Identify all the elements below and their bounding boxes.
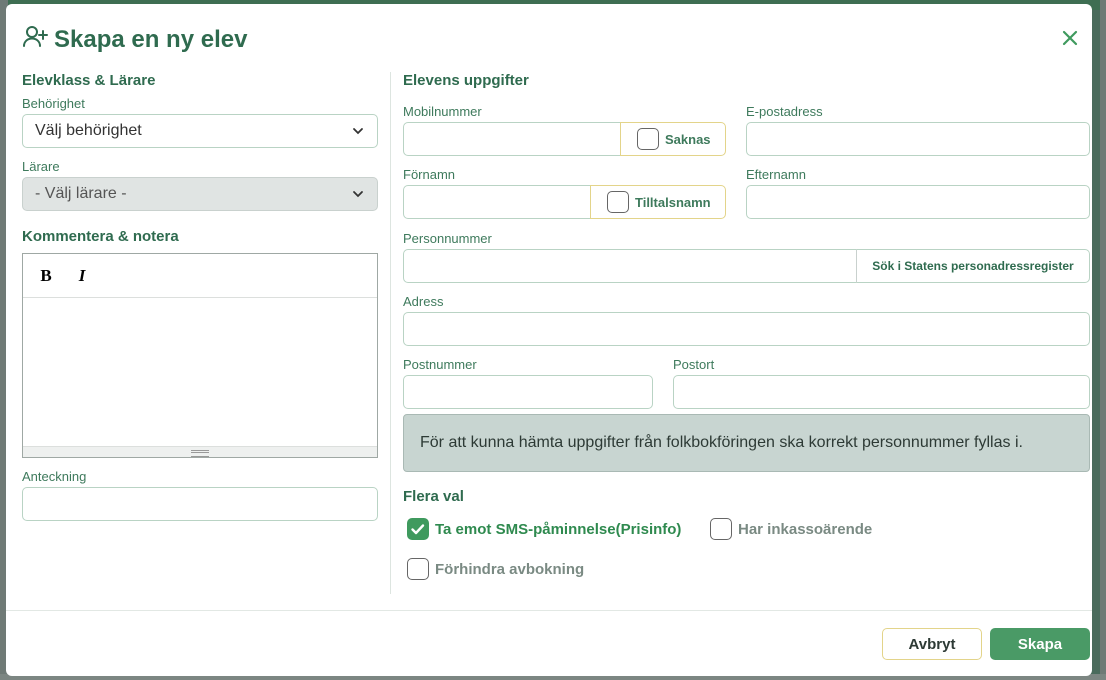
comment-editor[interactable]: B I (22, 253, 378, 458)
inkasso-checkbox[interactable] (710, 518, 732, 540)
inkasso-label: Har inkassoärende (738, 520, 873, 538)
behorighet-label: Behörighet (22, 96, 85, 111)
prevent-cancel-checkbox[interactable] (407, 558, 429, 580)
larare-value: - Välj lärare - (35, 185, 127, 202)
email-field[interactable] (746, 122, 1090, 156)
search-register-button[interactable]: Sök i Statens personadressregister (856, 249, 1090, 283)
create-student-modal: Skapa en ny elev Elevklass & Lärare Behö… (6, 4, 1092, 676)
editor-content[interactable] (23, 298, 377, 438)
check-icon (411, 524, 425, 535)
modal-header: Skapa en ny elev (22, 24, 247, 55)
postnummer-input[interactable] (403, 375, 653, 409)
column-divider (390, 72, 391, 594)
editor-toolbar: B I (23, 254, 377, 298)
option-inkasso[interactable]: Har inkassoärende (710, 518, 872, 540)
epost-label: E-postadress (746, 104, 823, 119)
larare-label: Lärare (22, 159, 60, 174)
larare-select[interactable]: - Välj lärare - (22, 177, 378, 211)
option-prevent-cancel[interactable]: Förhindra avbokning (407, 558, 584, 580)
personnummer-input[interactable] (403, 249, 857, 283)
italic-button[interactable]: I (73, 266, 91, 286)
tilltalsnamn-addon[interactable]: Tilltalsnamn (590, 185, 726, 219)
postort-label: Postort (673, 357, 715, 372)
modal-title: Skapa en ny elev (54, 25, 248, 53)
postnummer-label: Postnummer (403, 357, 477, 372)
section-title-class-teacher: Elevklass & Lärare (22, 72, 156, 89)
create-button[interactable]: Skapa (990, 628, 1090, 660)
adress-label: Adress (403, 294, 444, 309)
saknas-checkbox[interactable] (637, 128, 659, 150)
anteckning-label: Anteckning (22, 469, 87, 484)
fornamn-input[interactable] (403, 185, 591, 219)
mobil-input[interactable] (403, 122, 621, 156)
sms-label: Ta emot SMS-påminnelse(Prisinfo) (435, 520, 682, 538)
prevent-cancel-label: Förhindra avbokning (435, 560, 585, 578)
postort-input[interactable] (673, 375, 1090, 409)
bold-button[interactable]: B (37, 266, 55, 286)
user-plus-icon (22, 24, 48, 55)
editor-resize-handle[interactable] (23, 446, 377, 457)
efternamn-input[interactable] (746, 185, 1090, 219)
option-sms-reminder[interactable]: Ta emot SMS-påminnelse(Prisinfo) (407, 518, 681, 540)
adress-input[interactable] (403, 312, 1090, 346)
footer-divider (6, 610, 1092, 611)
personnummer-label: Personnummer (403, 231, 492, 246)
anteckning-input[interactable] (22, 487, 378, 521)
behorighet-value: Välj behörighet (35, 122, 142, 139)
tilltalsnamn-checkbox[interactable] (607, 191, 629, 213)
chevron-down-icon (353, 128, 363, 135)
saknas-label: Saknas (665, 131, 711, 147)
section-title-comment: Kommentera & notera (22, 228, 179, 245)
efternamn-label: Efternamn (746, 167, 806, 182)
grip-icon (191, 450, 209, 457)
close-button[interactable] (1060, 28, 1080, 48)
fornamn-label: Förnamn (403, 167, 456, 182)
behorighet-select[interactable]: Välj behörighet (22, 114, 378, 148)
chevron-down-icon (353, 191, 363, 198)
close-icon (1062, 30, 1078, 46)
section-title-student-info: Elevens uppgifter (403, 72, 529, 89)
background-right (1100, 0, 1106, 680)
mobil-label: Mobilnummer (403, 104, 482, 119)
section-title-options: Flera val (403, 488, 464, 505)
sms-checkbox[interactable] (407, 518, 429, 540)
mobil-saknas-addon[interactable]: Saknas (620, 122, 726, 156)
tilltalsnamn-label: Tilltalsnamn (635, 194, 711, 210)
cancel-button[interactable]: Avbryt (882, 628, 982, 660)
info-alert: För att kunna hämta uppgifter från folkb… (403, 414, 1090, 472)
